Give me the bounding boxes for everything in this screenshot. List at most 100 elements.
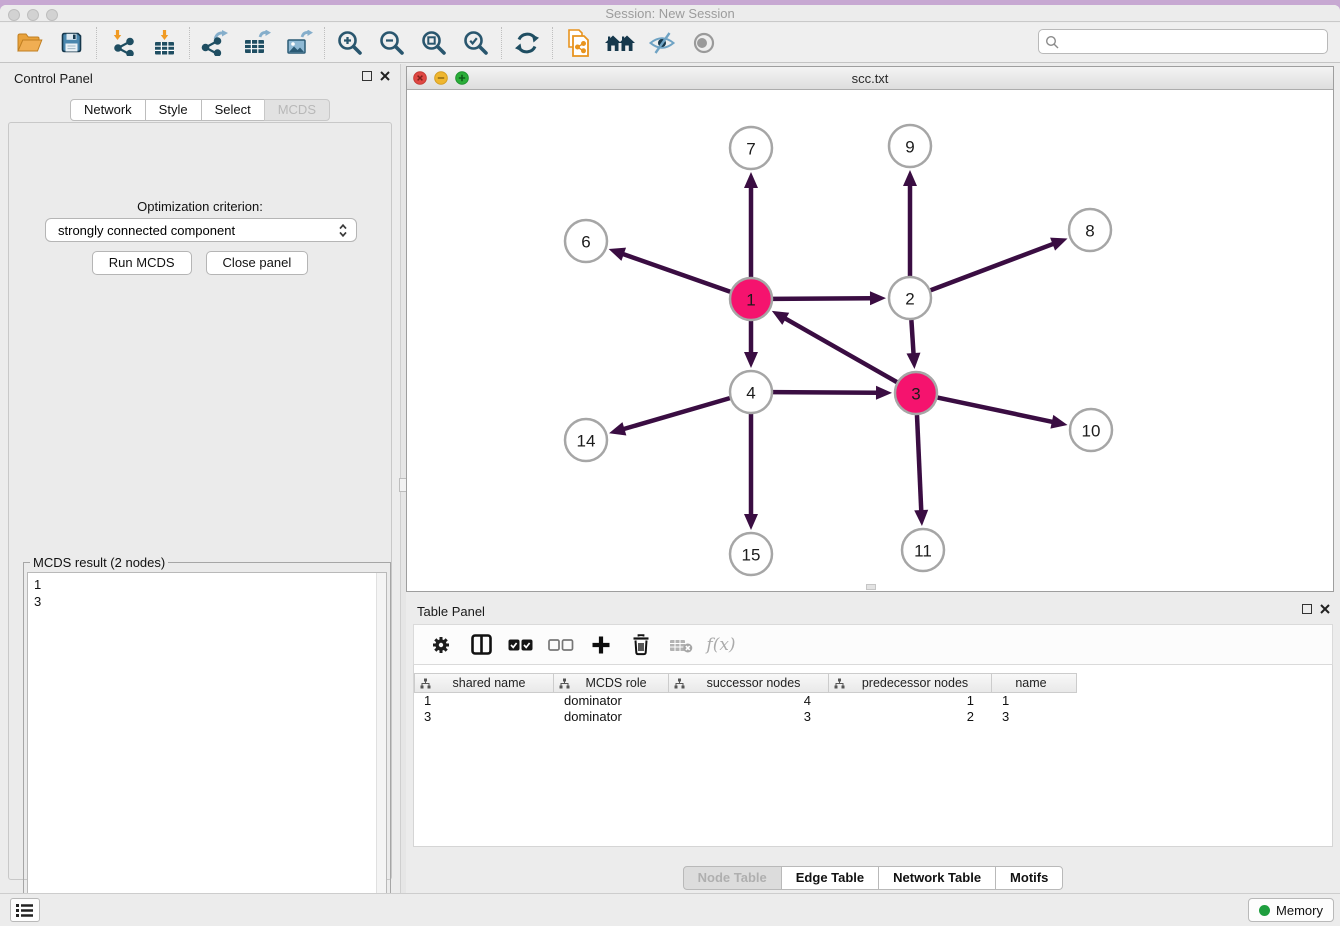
table-row[interactable]: 1dominator411 bbox=[414, 693, 1077, 709]
search-icon bbox=[1045, 35, 1059, 49]
graph-edge-2-3[interactable] bbox=[911, 320, 913, 355]
main-window: Session: New Session bbox=[0, 5, 1340, 926]
table-panel-title: Table Panel bbox=[417, 604, 485, 619]
toolbar-separator bbox=[501, 27, 502, 59]
export-image-button[interactable] bbox=[278, 26, 320, 60]
zoom-in-button[interactable] bbox=[329, 26, 371, 60]
table-panel: Table Panel bbox=[406, 597, 1340, 892]
graph-edge-1-6[interactable] bbox=[622, 254, 730, 292]
network-view-window: scc.txt 7968124314101511 bbox=[406, 66, 1334, 592]
open-session-button[interactable] bbox=[8, 26, 50, 60]
graph-edge-4-3[interactable] bbox=[773, 392, 878, 393]
graph-edge-3-10[interactable] bbox=[938, 398, 1054, 423]
column-header-MCDS-role[interactable]: MCDS role bbox=[554, 673, 669, 693]
tab-edge-table[interactable]: Edge Table bbox=[781, 866, 879, 890]
delete-column-button[interactable] bbox=[624, 628, 658, 662]
column-sort-icon bbox=[420, 678, 431, 689]
canvas-resize-handle[interactable] bbox=[866, 584, 876, 590]
mcds-result-textarea[interactable]: 1 3 bbox=[27, 572, 387, 926]
graph-edge-3-1[interactable] bbox=[784, 318, 897, 382]
column-header-predecessor-nodes[interactable]: predecessor nodes bbox=[829, 673, 992, 693]
run-mcds-button[interactable]: Run MCDS bbox=[92, 251, 192, 275]
delete-table-button[interactable] bbox=[664, 628, 698, 662]
desktop: Session: New Session bbox=[0, 0, 1340, 926]
result-scrollbar[interactable] bbox=[376, 573, 386, 926]
tab-network[interactable]: Network bbox=[70, 99, 146, 121]
tab-node-table[interactable]: Node Table bbox=[683, 866, 782, 890]
table-toolbar: f(x) bbox=[413, 624, 1333, 665]
graph-edge-2-8[interactable] bbox=[931, 243, 1055, 290]
export-network-button[interactable] bbox=[194, 26, 236, 60]
home-view-button[interactable] bbox=[599, 26, 641, 60]
column-header-name[interactable]: name bbox=[992, 673, 1077, 693]
graph-edge-arrowhead bbox=[744, 352, 758, 368]
close-panel-icon[interactable] bbox=[380, 71, 390, 81]
show-view-button[interactable] bbox=[683, 26, 725, 60]
graph-edge-3-11[interactable] bbox=[917, 415, 921, 512]
graph-edge-arrowhead bbox=[609, 422, 626, 435]
tab-network-table[interactable]: Network Table bbox=[878, 866, 996, 890]
optimization-criterion-select[interactable]: strongly connected component bbox=[45, 218, 357, 242]
zoom-selected-icon bbox=[463, 30, 489, 56]
graph-node-label: 8 bbox=[1085, 222, 1094, 241]
toolbar-separator bbox=[189, 27, 190, 59]
export-network-icon bbox=[201, 30, 229, 56]
selected-option: strongly connected component bbox=[58, 223, 338, 238]
toolbar-separator bbox=[552, 27, 553, 59]
save-session-button[interactable] bbox=[50, 26, 92, 60]
column-sort-icon bbox=[674, 678, 685, 689]
table-cell: 3 bbox=[414, 709, 554, 725]
refresh-layout-button[interactable] bbox=[506, 26, 548, 60]
zoom-in-icon bbox=[337, 30, 363, 56]
tab-select[interactable]: Select bbox=[201, 99, 265, 121]
import-table-button[interactable] bbox=[143, 26, 185, 60]
table-cell: dominator bbox=[554, 693, 669, 709]
tab-style[interactable]: Style bbox=[145, 99, 202, 121]
deselect-all-button[interactable] bbox=[544, 628, 578, 662]
export-table-icon bbox=[243, 30, 271, 56]
search-input[interactable] bbox=[1063, 34, 1321, 49]
close-table-panel-icon[interactable] bbox=[1320, 604, 1330, 614]
function-builder-button[interactable]: f(x) bbox=[704, 628, 738, 662]
close-panel-button[interactable]: Close panel bbox=[206, 251, 309, 275]
table-settings-button[interactable] bbox=[424, 628, 458, 662]
network-window-titlebar: scc.txt bbox=[407, 67, 1333, 90]
graph-node-label: 4 bbox=[746, 384, 755, 403]
column-header-successor-nodes[interactable]: successor nodes bbox=[669, 673, 829, 693]
table-cell: dominator bbox=[554, 709, 669, 725]
import-network-button[interactable] bbox=[101, 26, 143, 60]
graph-edge-1-2[interactable] bbox=[773, 298, 872, 299]
memory-button[interactable]: Memory bbox=[1248, 898, 1334, 922]
tab-mcds[interactable]: MCDS bbox=[264, 99, 330, 121]
zoom-out-button[interactable] bbox=[371, 26, 413, 60]
network-canvas[interactable]: 7968124314101511 bbox=[407, 90, 1333, 591]
network-file-icon bbox=[565, 28, 592, 58]
tab-motifs[interactable]: Motifs bbox=[995, 866, 1063, 890]
float-panel-icon[interactable] bbox=[362, 71, 372, 81]
hide-view-button[interactable] bbox=[641, 26, 683, 60]
mcds-panel-body: Optimization criterion: strongly connect… bbox=[8, 122, 392, 880]
table-cell: 1 bbox=[829, 693, 992, 709]
zoom-fit-button[interactable] bbox=[413, 26, 455, 60]
export-table-button[interactable] bbox=[236, 26, 278, 60]
optimization-criterion-label: Optimization criterion: bbox=[9, 199, 391, 214]
table-body: 1dominator4113dominator323 bbox=[414, 693, 1077, 725]
table-cell: 3 bbox=[669, 709, 829, 725]
zoom-selected-button[interactable] bbox=[455, 26, 497, 60]
column-view-button[interactable] bbox=[464, 628, 498, 662]
add-column-button[interactable] bbox=[584, 628, 618, 662]
graph-edge-arrowhead bbox=[876, 386, 892, 400]
node-table: shared name MCDS rolesuccessor nodesprede… bbox=[413, 665, 1333, 847]
graph-edge-4-14[interactable] bbox=[622, 398, 729, 429]
column-header-label: MCDS role bbox=[570, 676, 668, 690]
column-header-shared-name[interactable]: shared name bbox=[414, 673, 554, 693]
control-panel-tabs: Network Style Select MCDS bbox=[0, 99, 400, 121]
table-row[interactable]: 3dominator323 bbox=[414, 709, 1077, 725]
import-network-icon bbox=[109, 29, 136, 56]
graph-edge-arrowhead bbox=[906, 353, 920, 369]
float-table-panel-icon[interactable] bbox=[1302, 604, 1312, 614]
control-panel: Control Panel Network Style Select MCDS … bbox=[0, 64, 400, 893]
select-all-button[interactable] bbox=[504, 628, 538, 662]
task-history-button[interactable] bbox=[10, 898, 40, 922]
network-from-file-button[interactable] bbox=[557, 26, 599, 60]
